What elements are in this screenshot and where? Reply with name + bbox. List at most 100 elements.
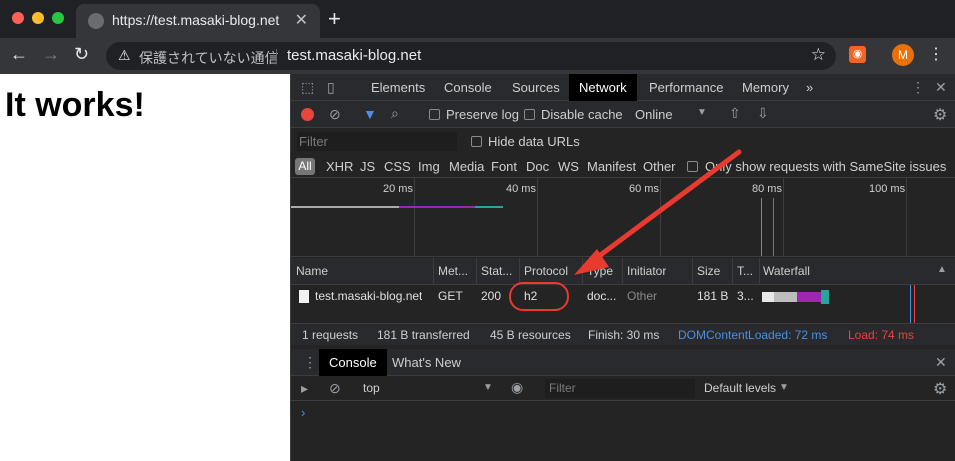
type-filter-font[interactable]: Font: [491, 159, 517, 174]
column-divider: [759, 258, 760, 284]
timeline-gridline: [906, 178, 907, 256]
devtools-menu-icon[interactable]: ⋮: [911, 79, 925, 96]
drawer-tab-whats-new[interactable]: What's New: [392, 355, 461, 370]
annotation-protocol-highlight: [509, 282, 569, 311]
type-filter-js[interactable]: JS: [360, 159, 375, 174]
disable-cache-label: Disable cache: [541, 107, 623, 122]
console-context-select[interactable]: top: [363, 381, 380, 395]
close-tab-icon[interactable]: ✕: [295, 10, 308, 30]
reload-button[interactable]: ↻: [74, 44, 89, 65]
type-filter-xhr[interactable]: XHR: [326, 159, 353, 174]
close-drawer-icon[interactable]: ✕: [935, 354, 947, 371]
tab-network[interactable]: Network: [569, 74, 637, 101]
overview-bar-receive: [475, 206, 503, 208]
summary-transferred: 181 B transferred: [377, 328, 470, 342]
tab-console[interactable]: Console: [444, 80, 492, 95]
profile-avatar[interactable]: M: [892, 44, 914, 66]
browser-menu-icon[interactable]: ⋮: [928, 44, 944, 64]
dom-content-loaded-line: [761, 198, 762, 256]
bookmark-star-icon[interactable]: ☆: [811, 45, 826, 65]
sort-ascending-icon[interactable]: ▲: [937, 264, 947, 275]
load-event-line: [773, 198, 774, 256]
console-prompt-icon[interactable]: ›: [301, 405, 305, 420]
column-header-initiator[interactable]: Initiator: [627, 264, 666, 278]
rss-extension-icon[interactable]: ◉: [849, 46, 866, 63]
inspect-element-icon[interactable]: ⬚: [301, 79, 314, 96]
type-filter-css[interactable]: CSS: [384, 159, 411, 174]
url-text[interactable]: test.masaki-blog.net: [287, 47, 421, 64]
type-filter-media[interactable]: Media: [449, 159, 484, 174]
timeline-tick-label: 40 ms: [506, 183, 536, 195]
preserve-log-checkbox[interactable]: [429, 109, 440, 120]
search-icon[interactable]: ⌕: [391, 105, 399, 122]
chevron-down-icon[interactable]: ▼: [697, 107, 707, 118]
drawer-tabbar: ⋮ Console What's New ✕: [291, 349, 955, 376]
timeline-gridline: [414, 178, 415, 256]
tab-memory[interactable]: Memory: [742, 80, 789, 95]
close-window-button[interactable]: [12, 12, 24, 24]
waterfall-bar-waiting: [774, 292, 797, 302]
timeline-gridline: [783, 178, 784, 256]
log-levels-select[interactable]: Default levels: [704, 381, 776, 395]
console-sidebar-icon[interactable]: ▸: [301, 380, 308, 397]
hide-data-urls-checkbox[interactable]: [471, 136, 482, 147]
summary-resources: 45 B resources: [490, 328, 571, 342]
tab-sources[interactable]: Sources: [512, 80, 560, 95]
timeline-overview[interactable]: 20 ms 40 ms 60 ms 80 ms 100 ms: [291, 177, 955, 257]
console-filter-input[interactable]: Filter: [545, 379, 695, 398]
samesite-checkbox[interactable]: [687, 161, 698, 172]
browser-tab[interactable]: https://test.masaki-blog.net ✕: [76, 4, 320, 38]
drawer-menu-icon[interactable]: ⋮: [303, 354, 317, 371]
device-toggle-icon[interactable]: ▯: [327, 79, 335, 96]
table-row[interactable]: test.masaki-blog.net GET 200 h2 doc... O…: [291, 285, 955, 323]
tab-elements[interactable]: Elements: [371, 80, 425, 95]
settings-gear-icon[interactable]: ⚙: [933, 105, 947, 125]
request-name[interactable]: test.masaki-blog.net: [315, 289, 422, 303]
column-header-time[interactable]: T...: [737, 264, 759, 278]
forward-button[interactable]: →: [42, 44, 60, 65]
security-status: 保護されていない通信: [139, 50, 279, 66]
timeline-tick-label: 100 ms: [869, 183, 906, 195]
address-bar[interactable]: ⚠ 保護されていない通信 test.masaki-blog.net ☆: [106, 42, 836, 70]
column-header-waterfall[interactable]: Waterfall: [763, 264, 810, 278]
back-button[interactable]: ←: [10, 44, 28, 65]
type-filter-all[interactable]: All: [295, 158, 315, 175]
preserve-log-label: Preserve log: [446, 107, 519, 122]
network-filter-input[interactable]: Filter: [297, 132, 457, 151]
chevron-down-icon[interactable]: ▼: [779, 382, 789, 393]
throttling-select[interactable]: Online: [635, 107, 673, 122]
column-header-size[interactable]: Size: [697, 264, 720, 278]
export-har-icon[interactable]: ⇩: [757, 105, 769, 122]
more-tabs-icon[interactable]: »: [806, 80, 813, 95]
column-header-method[interactable]: Met...: [438, 264, 474, 278]
maximize-window-button[interactable]: [52, 12, 64, 24]
column-header-status[interactable]: Stat...: [481, 264, 519, 278]
browser-toolbar: ← → ↻ ⚠ 保護されていない通信 test.masaki-blog.net …: [0, 38, 955, 74]
record-button[interactable]: [301, 108, 314, 121]
type-filter-doc[interactable]: Doc: [526, 159, 549, 174]
type-filter-ws[interactable]: WS: [558, 159, 579, 174]
type-filter-other[interactable]: Other: [643, 159, 676, 174]
import-har-icon[interactable]: ⇧: [729, 105, 741, 122]
column-header-protocol[interactable]: Protocol: [524, 264, 568, 278]
tab-performance[interactable]: Performance: [649, 80, 723, 95]
console-settings-gear-icon[interactable]: ⚙: [933, 379, 947, 399]
column-header-name[interactable]: Name: [296, 264, 328, 278]
console-clear-icon[interactable]: ⊘: [329, 380, 341, 397]
disable-cache-checkbox[interactable]: [524, 109, 535, 120]
request-table-header: Name Met... Stat... Protocol Type Initia…: [291, 258, 955, 285]
drawer-tab-console[interactable]: Console: [319, 349, 387, 376]
chevron-down-icon[interactable]: ▼: [483, 382, 493, 393]
minimize-window-button[interactable]: [32, 12, 44, 24]
live-expression-eye-icon[interactable]: ◉: [511, 379, 523, 396]
close-devtools-icon[interactable]: ✕: [935, 79, 947, 96]
new-tab-button[interactable]: +: [328, 6, 341, 32]
browser-titlebar: https://test.masaki-blog.net ✕ +: [0, 0, 955, 38]
type-filter-img[interactable]: Img: [418, 159, 440, 174]
clear-icon[interactable]: ⊘: [329, 106, 341, 123]
type-filter-manifest[interactable]: Manifest: [587, 159, 636, 174]
resource-type-filters: All XHR JS CSS Img Media Font Doc WS Man…: [291, 154, 955, 178]
column-header-type[interactable]: Type: [587, 264, 613, 278]
filter-icon[interactable]: ▼: [363, 106, 377, 122]
waterfall-load-line: [914, 285, 915, 323]
